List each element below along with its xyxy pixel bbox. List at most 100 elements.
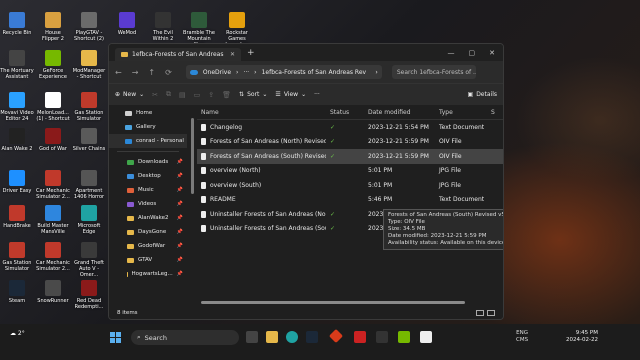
sidebar-scrollbar[interactable] (191, 118, 194, 194)
desktop-shortcut[interactable]: ModManager - Shortcut (72, 50, 106, 80)
app-dark-icon[interactable] (376, 331, 388, 343)
desktop-shortcut[interactable]: Grand Theft Auto V - Omer... (72, 242, 106, 278)
desktop-shortcut[interactable]: Silver Chains (72, 128, 106, 152)
navigation-pane: Home Gallery conrad - Personal Downloads 📌 De… (109, 106, 187, 306)
paste-icon[interactable]: ▤ (179, 91, 186, 99)
share-icon[interactable]: ⇪ (208, 91, 214, 99)
maximize-button[interactable]: ▢ (469, 49, 476, 57)
sidebar-item[interactable]: conrad - Personal (109, 134, 187, 148)
sidebar-item[interactable]: DaysGone 📌 (109, 225, 187, 239)
file-row[interactable]: overview (North) 5:01 PM JPG File (197, 164, 503, 179)
sidebar-item[interactable]: Home (109, 106, 187, 120)
file-status: ✓ (330, 152, 336, 160)
desktop-shortcut[interactable]: Alan Wake 2 (0, 128, 34, 152)
desktop-shortcut[interactable]: Apartment 1406 Horror (72, 170, 106, 200)
task-view-icon[interactable] (246, 331, 258, 343)
file-explorer-icon[interactable] (266, 331, 278, 343)
sidebar-item[interactable]: GodofWar 📌 (109, 239, 187, 253)
file-name: Uninstaller Forests of San Andreas (Sout… (201, 225, 326, 233)
language-indicator[interactable]: ENG CMS (516, 330, 528, 344)
sidebar-item[interactable]: Gallery (109, 120, 187, 134)
steam-icon[interactable] (306, 331, 318, 343)
details-view-icon[interactable] (476, 309, 484, 316)
up-arrow-icon[interactable]: ↑ (148, 68, 155, 77)
app-light-icon[interactable] (420, 331, 432, 343)
sort-button[interactable]: ⇅ Sort ⌄ (239, 91, 267, 98)
delete-icon[interactable]: 🗑 (222, 91, 231, 99)
desktop-shortcut[interactable]: God of War (36, 128, 70, 152)
back-arrow-icon[interactable]: ← (115, 68, 122, 77)
minimize-button[interactable]: — (448, 49, 455, 57)
rename-icon[interactable]: ▭ (194, 91, 201, 99)
close-window-button[interactable]: ✕ (489, 49, 495, 57)
weather-widget[interactable]: ☁ 2° (10, 330, 25, 337)
cut-icon[interactable]: ✂ (152, 91, 158, 99)
geforce-icon[interactable] (398, 331, 410, 343)
sidebar-item[interactable]: Desktop 📌 (109, 169, 187, 183)
details-button[interactable]: ▣ Details (468, 91, 497, 98)
forward-arrow-icon[interactable]: → (132, 68, 139, 77)
desktop-shortcut[interactable]: The Mortuary Assistant (0, 50, 34, 80)
column-type[interactable]: Type (439, 109, 491, 116)
address-bar[interactable]: OneDrive › ··· › 1efbca-Forests of San A… (185, 65, 382, 79)
sidebar-item[interactable]: Downloads 📌 (109, 155, 187, 169)
desktop-shortcut[interactable]: MelonLoad... (1) - Shortcut (36, 92, 70, 122)
sidebar-item[interactable]: Music 📌 (109, 183, 187, 197)
desktop-shortcut[interactable]: Gas Station Simulator (0, 242, 34, 272)
breadcrumb-separator: › (254, 68, 257, 76)
sidebar-item[interactable]: AlanWake2 📌 (109, 211, 187, 225)
desktop-shortcut[interactable]: WeMod (110, 12, 144, 36)
desktop-shortcut[interactable]: Recycle Bin (0, 12, 34, 36)
desktop-shortcut[interactable]: Car Mechanic Simulator 2... (36, 170, 70, 200)
column-status[interactable]: Status (326, 109, 366, 116)
new-label: New (123, 91, 137, 98)
file-row[interactable]: Forests of San Andreas (North) Revised v… (197, 135, 503, 150)
tiles-view-icon[interactable] (487, 309, 495, 316)
refresh-icon[interactable]: ⟳ (165, 68, 172, 77)
desktop-shortcut[interactable]: HandBrake (0, 205, 34, 229)
more-options-button[interactable]: ··· (314, 91, 320, 98)
file-row[interactable]: overview (South) 5:01 PM JPG File (197, 178, 503, 193)
chevron-right-icon[interactable]: › (375, 69, 377, 76)
edge-icon[interactable] (286, 331, 298, 343)
breadcrumb-onedrive[interactable]: OneDrive (203, 69, 231, 76)
desktop-shortcut[interactable]: SnowRunner (36, 280, 70, 304)
sidebar-item[interactable]: GTAV 📌 (109, 253, 187, 267)
column-date-modified[interactable]: Date modified (366, 109, 439, 116)
file-row[interactable]: Changelog ✓ 2023-12-21 5:54 PM Text Documen… (197, 120, 503, 135)
sidebar-item[interactable]: HogwartsLeg... 📌 (109, 267, 187, 281)
breadcrumb-current-folder[interactable]: 1efbca-Forests of San Andreas Rev (262, 69, 367, 76)
column-name[interactable]: Name (201, 109, 326, 116)
breadcrumb-overflow[interactable]: ··· (243, 69, 249, 76)
column-size[interactable]: S (491, 109, 495, 116)
new-tab-button[interactable]: + (247, 48, 255, 58)
sidebar-item[interactable]: Videos 📌 (109, 197, 187, 211)
desktop-shortcut[interactable]: Driver Easy (0, 170, 34, 194)
desktop-shortcut[interactable]: Red Dead Redempti... (72, 280, 106, 310)
desktop-shortcut-label: Car Mechanic Simulator 2... (36, 188, 70, 200)
file-row[interactable]: Forests of San Andreas (South) Revised v… (197, 149, 503, 164)
taskbar-search[interactable]: ⌕ Search (131, 330, 239, 345)
copy-icon[interactable]: ⧉ (166, 90, 171, 99)
tab-current-folder[interactable]: 1efbca-Forests of San Andreas ✕ (115, 48, 241, 61)
search-input[interactable]: Search 1efbca-Forests of ... (391, 65, 476, 79)
desktop-shortcut[interactable]: Gas Station Simulator (72, 92, 106, 122)
desktop-shortcut[interactable]: House Flipper 2 (36, 12, 70, 42)
desktop-shortcut[interactable]: Steam (0, 280, 34, 304)
view-button[interactable]: ☰ View ⌄ (275, 91, 306, 98)
desktop-shortcut[interactable]: The Evil Within 2 (146, 12, 180, 42)
clock[interactable]: 9:45 PM 2024-02-22 (566, 330, 598, 344)
desktop-shortcut[interactable]: PlayGTAV - Shortcut (2) (72, 12, 106, 42)
start-button[interactable] (110, 332, 121, 343)
new-button[interactable]: ⊕ New ⌄ (115, 91, 144, 98)
desktop-shortcut[interactable]: Build Master MansVille (36, 205, 70, 235)
sidebar-item-label: GTAV (138, 257, 153, 263)
desktop-shortcut[interactable]: Car Mechanic Simulator 2... (36, 242, 70, 272)
close-tab-icon[interactable]: ✕ (230, 51, 235, 58)
desktop-shortcut[interactable]: Microsoft Edge (72, 205, 106, 235)
horizontal-scrollbar[interactable] (201, 301, 465, 304)
desktop-shortcut[interactable]: Movavi Video Editor 24 (0, 92, 34, 122)
file-row[interactable]: README 5:46 PM Text Document (197, 193, 503, 208)
desktop-shortcut[interactable]: GeForce Experience (36, 50, 70, 80)
app-ms-icon[interactable] (354, 331, 366, 343)
